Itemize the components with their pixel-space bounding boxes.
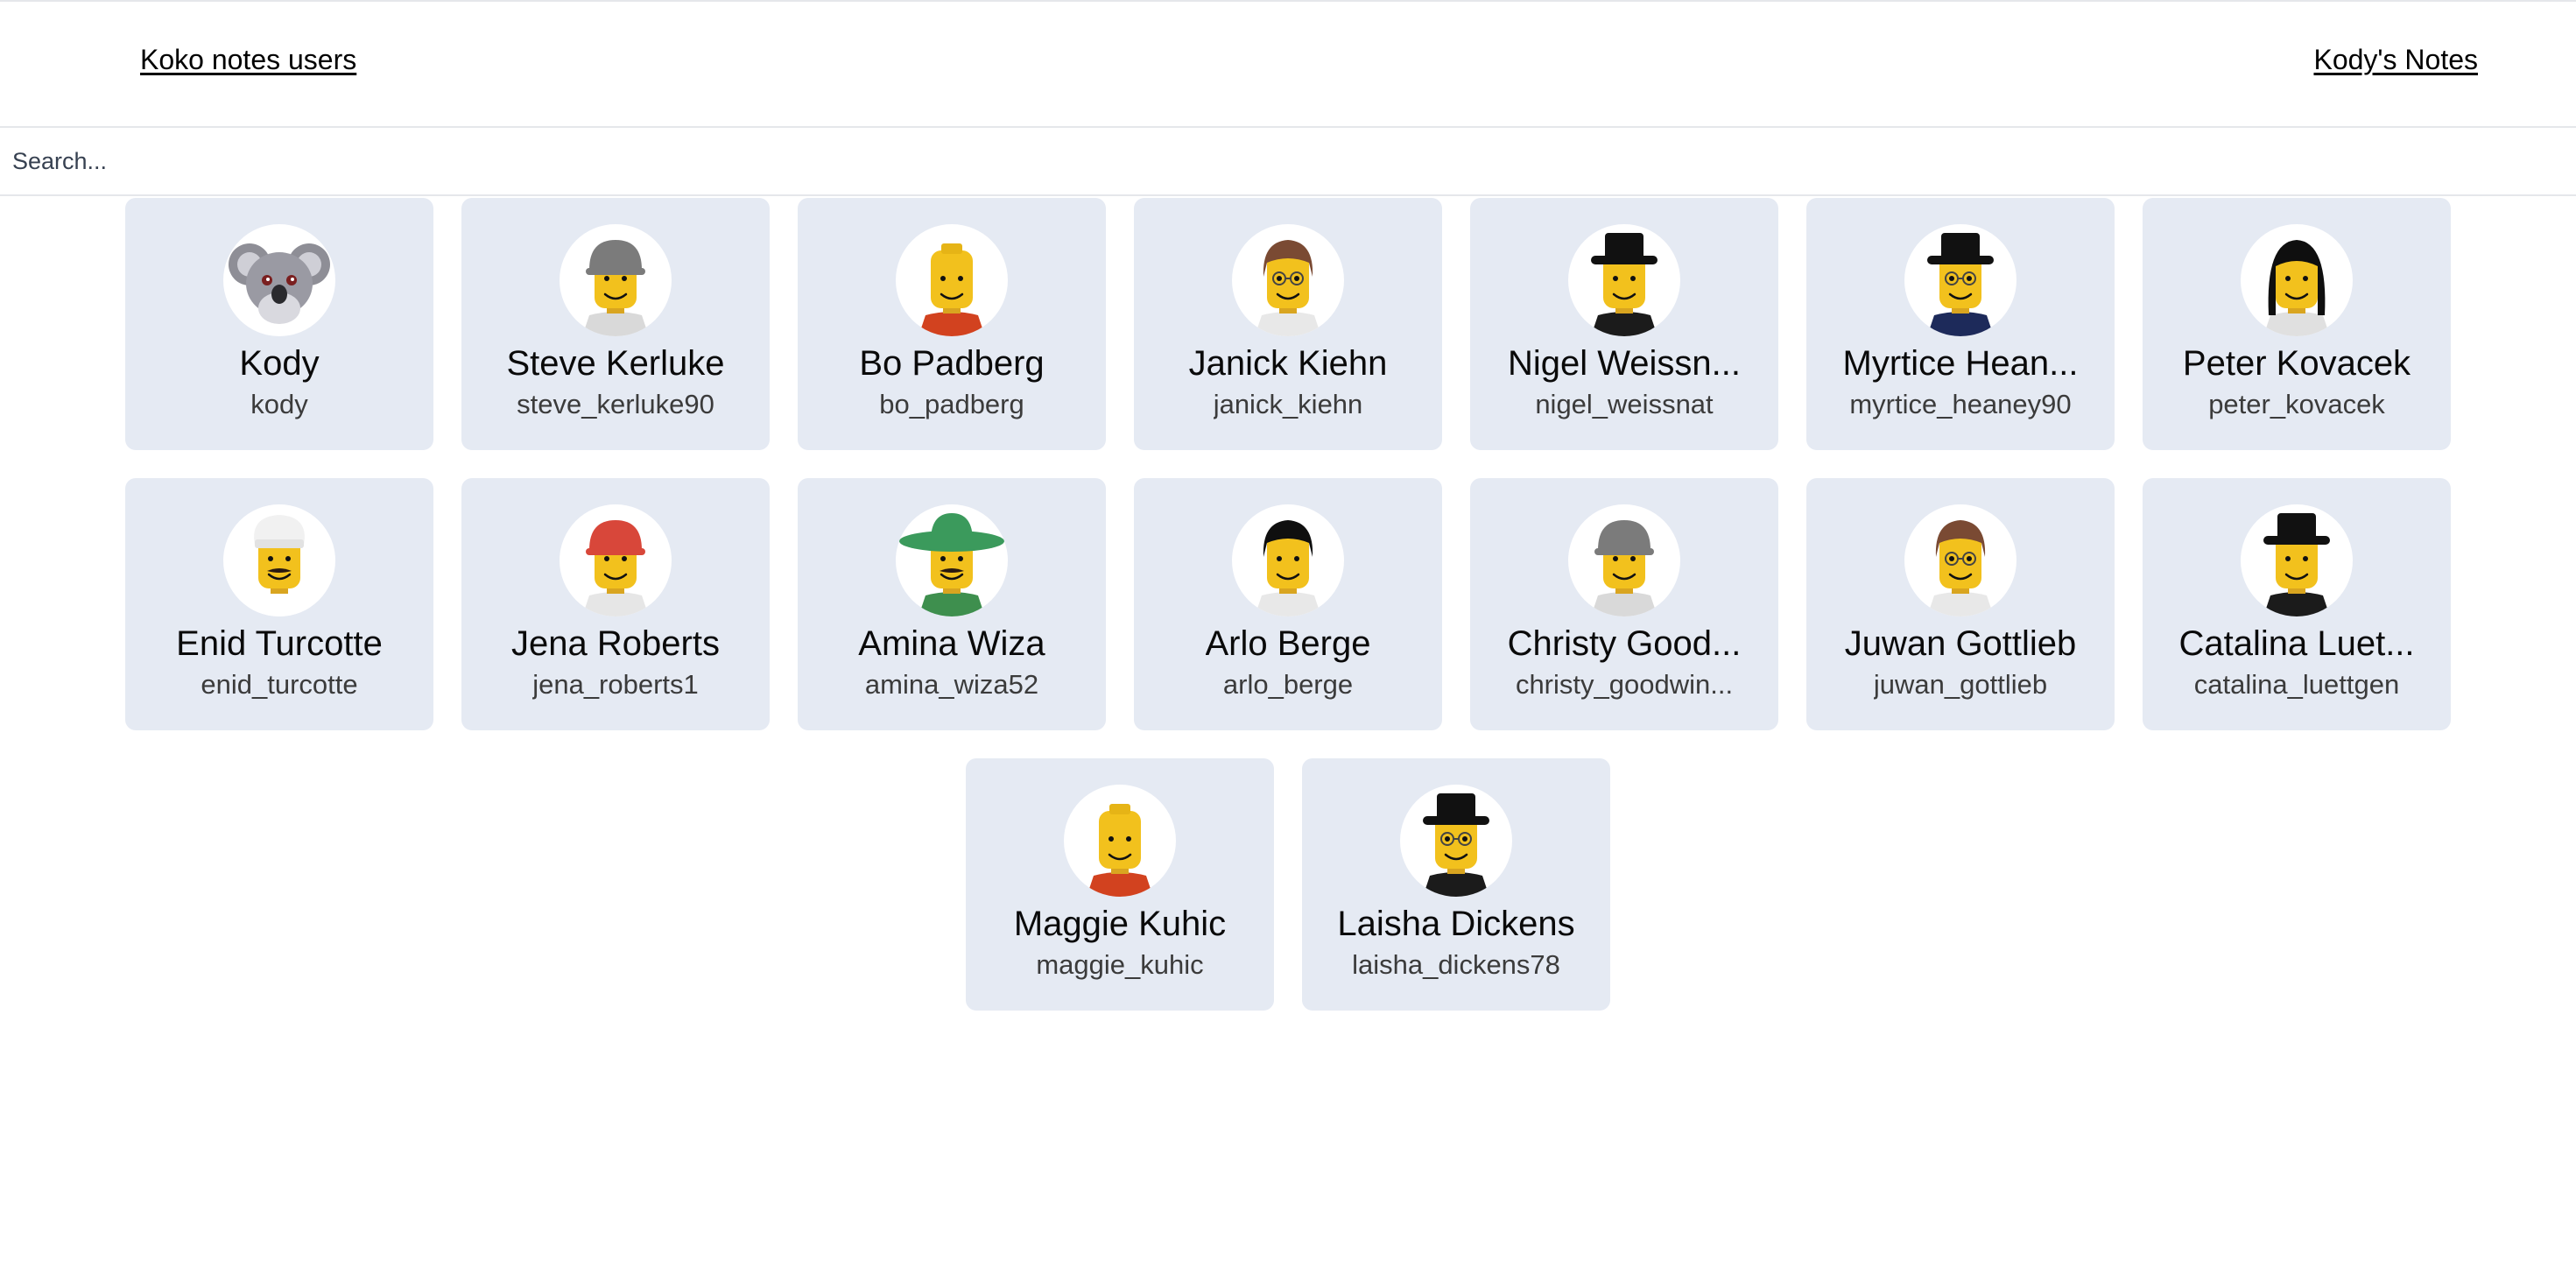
user-card[interactable]: Arlo Berge arlo_berge (1134, 478, 1442, 730)
user-card[interactable]: Catalina Luet... catalina_luettgen (2143, 478, 2451, 730)
user-username: janick_kiehn (1213, 389, 1363, 419)
user-avatar (560, 504, 672, 616)
user-username: enid_turcotte (201, 669, 358, 700)
user-card[interactable]: Laisha Dickens laisha_dickens78 (1302, 758, 1610, 1011)
user-card[interactable]: Peter Kovacek peter_kovacek (2143, 198, 2451, 450)
user-name: Maggie Kuhic (1013, 905, 1227, 943)
user-username: christy_goodwin... (1515, 669, 1734, 700)
user-card[interactable]: Jena Roberts jena_roberts1 (461, 478, 770, 730)
user-row: Enid Turcotte enid_turcotte Jena Roberts je… (0, 478, 2576, 730)
user-card[interactable]: Enid Turcotte enid_turcotte (125, 478, 433, 730)
user-name: Catalina Luet... (2178, 624, 2415, 663)
koala-avatar (223, 224, 335, 336)
user-card[interactable]: Bo Padberg bo_padberg (798, 198, 1106, 450)
user-username: catalina_luettgen (2193, 669, 2400, 700)
user-name: Amina Wiza (858, 624, 1045, 663)
user-avatar (1904, 224, 2016, 336)
user-card[interactable]: Christy Good... christy_goodwin... (1470, 478, 1778, 730)
user-username: amina_wiza52 (864, 669, 1039, 700)
user-username: jena_roberts1 (532, 669, 699, 700)
user-username: juwan_gottlieb (1873, 669, 2048, 700)
user-avatar (2241, 504, 2353, 616)
user-card[interactable]: Steve Kerluke steve_kerluke90 (461, 198, 770, 450)
search-bar (0, 128, 2576, 196)
user-username: kody (250, 389, 308, 419)
user-username: bo_padberg (879, 389, 1024, 419)
user-username: peter_kovacek (2208, 389, 2385, 419)
user-row: Kody kody Steve Kerluke steve_kerluke90 Bo P… (0, 198, 2576, 450)
user-name: Arlo Berge (1205, 624, 1371, 663)
user-card[interactable]: Kody kody (125, 198, 433, 450)
user-card[interactable]: Myrtice Hean... myrtice_heaney90 (1806, 198, 2115, 450)
user-avatar (896, 504, 1008, 616)
user-name: Janick Kiehn (1188, 344, 1388, 383)
user-card[interactable]: Janick Kiehn janick_kiehn (1134, 198, 1442, 450)
user-card[interactable]: Nigel Weissn... nigel_weissnat (1470, 198, 1778, 450)
user-avatar (1400, 785, 1512, 897)
user-name: Peter Kovacek (2182, 344, 2411, 383)
user-name: Enid Turcotte (176, 624, 383, 663)
user-avatar (1568, 224, 1680, 336)
user-username: laisha_dickens78 (1352, 949, 1560, 980)
user-username: myrtice_heaney90 (1849, 389, 2072, 419)
user-notes-link[interactable]: Kody's Notes (2313, 44, 2478, 76)
user-name: Kody (239, 344, 320, 383)
user-avatar (1232, 504, 1344, 616)
user-name: Bo Padberg (859, 344, 1045, 383)
user-username: arlo_berge (1222, 669, 1354, 700)
user-username: maggie_kuhic (1036, 949, 1204, 980)
user-avatar (896, 224, 1008, 336)
user-name: Christy Good... (1507, 624, 1742, 663)
user-username: steve_kerluke90 (517, 389, 714, 419)
user-avatar (1064, 785, 1176, 897)
user-name: Myrtice Hean... (1842, 344, 2079, 383)
user-card[interactable]: Amina Wiza amina_wiza52 (798, 478, 1106, 730)
user-name: Jena Roberts (511, 624, 720, 663)
user-name: Nigel Weissn... (1507, 344, 1741, 383)
user-name: Steve Kerluke (506, 344, 725, 383)
user-username: nigel_weissnat (1535, 389, 1714, 419)
user-avatar (1904, 504, 2016, 616)
user-grid: Kody kody Steve Kerluke steve_kerluke90 Bo P… (0, 198, 2576, 1039)
user-avatar (560, 224, 672, 336)
search-input[interactable] (0, 128, 2576, 194)
user-row: Maggie Kuhic maggie_kuhic Laisha Dickens la… (0, 758, 2576, 1011)
home-link[interactable]: Koko notes users (140, 44, 356, 76)
user-avatar (2241, 224, 2353, 336)
user-avatar (1232, 224, 1344, 336)
user-avatar (1568, 504, 1680, 616)
user-name: Laisha Dickens (1337, 905, 1575, 943)
user-card[interactable]: Juwan Gottlieb juwan_gottlieb (1806, 478, 2115, 730)
user-name: Juwan Gottlieb (1844, 624, 2077, 663)
user-avatar (223, 504, 335, 616)
user-card[interactable]: Maggie Kuhic maggie_kuhic (966, 758, 1274, 1011)
site-header: Koko notes users Kody's Notes (0, 2, 2576, 128)
